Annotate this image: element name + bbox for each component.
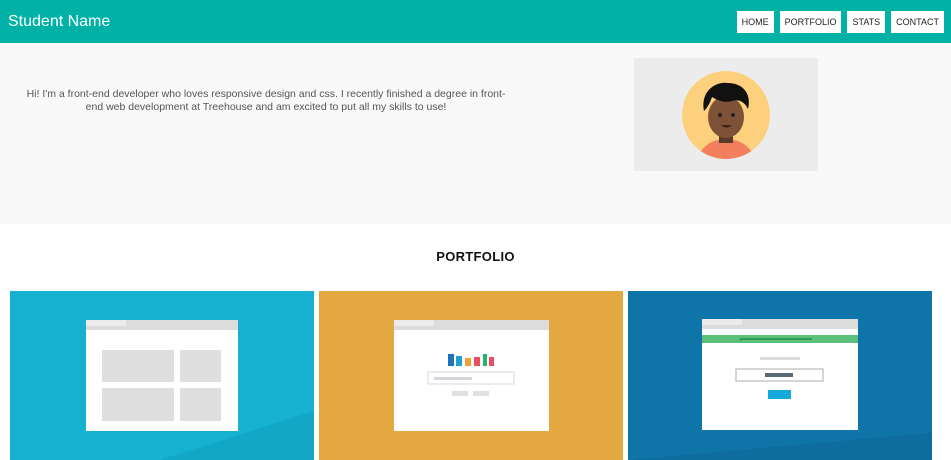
portfolio-title: PORTFOLIO <box>436 249 515 264</box>
brand-name[interactable]: Student Name <box>8 13 110 31</box>
main-nav: HOME PORTFOLIO STATS CONTACT <box>736 10 944 33</box>
nav-home-button[interactable]: HOME <box>736 10 774 33</box>
nav-portfolio-button[interactable]: PORTFOLIO <box>779 10 842 33</box>
form-mockup-icon: ✓ <box>628 291 932 460</box>
hero-section: Hi! I'm a front-end developer who loves … <box>0 43 951 224</box>
portfolio-card-3[interactable]: ✓ <box>628 291 932 460</box>
intro-text: Hi! I'm a front-end developer who loves … <box>26 88 506 113</box>
grid-layout-mockup-icon <box>10 291 314 460</box>
avatar-frame <box>634 58 818 171</box>
top-navbar: Student Name HOME PORTFOLIO STATS CONTAC… <box>0 0 951 43</box>
portfolio-card-2[interactable] <box>319 291 623 460</box>
nav-contact-button[interactable]: CONTACT <box>891 10 944 33</box>
svg-text:✓: ✓ <box>739 337 744 344</box>
nav-stats-button[interactable]: STATS <box>847 10 886 33</box>
portfolio-card-1[interactable] <box>10 291 314 460</box>
avatar-illustration-icon <box>682 71 770 159</box>
bar-chart-mockup-icon <box>319 291 623 460</box>
